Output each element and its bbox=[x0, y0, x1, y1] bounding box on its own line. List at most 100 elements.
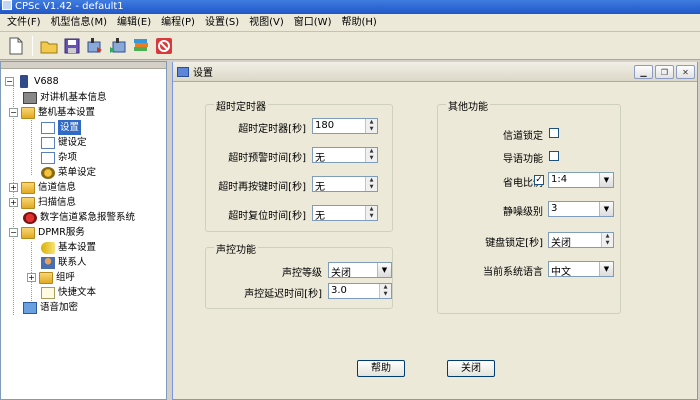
radio-icon bbox=[20, 75, 28, 88]
timeout-reset-spinner[interactable]: 无 ▲ ▼ bbox=[312, 205, 378, 222]
chevron-down-icon[interactable]: ▼ bbox=[599, 262, 613, 276]
spin-down-icon[interactable]: ▼ bbox=[602, 240, 613, 247]
toolbar bbox=[0, 32, 700, 60]
tree-item-quick-text[interactable]: 快捷文本 bbox=[41, 285, 96, 300]
spin-down-icon[interactable]: ▼ bbox=[366, 126, 377, 133]
settings-window-title: 设置 bbox=[193, 68, 213, 79]
squelch-level-dropdown[interactable]: 3 ▼ bbox=[548, 201, 614, 217]
read-radio-icon[interactable] bbox=[85, 36, 105, 56]
voice-control-group: 声控功能 声控等级 关闭 ▼ 声控延迟时间[秒] 3.0 ▲ ▼ bbox=[205, 241, 393, 309]
settings-window: 设置 ▁ ❐ ✕ 超时定时器 超时定时器[秒] 180 ▲ ▼ 超时预警时间[秒]… bbox=[172, 62, 698, 400]
tree-item-label: 菜单设定 bbox=[58, 167, 97, 178]
spin-down-icon[interactable]: ▼ bbox=[366, 155, 377, 162]
tree-item-channel-info[interactable]: + 信道信息 bbox=[9, 180, 76, 195]
menu-settings[interactable]: 设置(S) bbox=[200, 14, 244, 32]
chevron-down-icon[interactable]: ▼ bbox=[377, 263, 391, 277]
tree-item-dpmr-basic[interactable]: 基本设置 bbox=[41, 240, 96, 255]
system-language-dropdown[interactable]: 中文 ▼ bbox=[548, 261, 614, 278]
menu-help[interactable]: 帮助(H) bbox=[336, 14, 381, 32]
spin-down-icon[interactable]: ▼ bbox=[366, 213, 377, 220]
vox-level-label: 声控等级 bbox=[282, 268, 322, 279]
close-icon[interactable]: ✕ bbox=[676, 65, 695, 79]
spin-down-icon[interactable]: ▼ bbox=[380, 291, 391, 298]
menu-program[interactable]: 编程(P) bbox=[156, 14, 200, 32]
vox-delay-spinner[interactable]: 3.0 ▲ ▼ bbox=[328, 283, 392, 299]
stack-icon[interactable] bbox=[131, 36, 151, 56]
write-radio-icon[interactable] bbox=[108, 36, 128, 56]
tree-item-scan-info[interactable]: + 扫描信息 bbox=[9, 195, 76, 210]
window-icon bbox=[177, 66, 189, 77]
menu-file[interactable]: 文件(F) bbox=[2, 14, 46, 32]
close-button[interactable]: 关闭 bbox=[447, 360, 495, 377]
text-icon bbox=[41, 286, 55, 299]
menu-window[interactable]: 窗口(W) bbox=[289, 14, 337, 32]
tree-item-label: DPMR服务 bbox=[38, 227, 85, 238]
expand-icon[interactable]: + bbox=[9, 183, 18, 192]
spinner-value: 180 bbox=[315, 120, 335, 131]
tree-item-emergency-alarm[interactable]: 数字信道紧急报警系统 bbox=[23, 210, 135, 225]
new-icon[interactable] bbox=[6, 36, 26, 56]
spin-up-icon[interactable]: ▲ bbox=[602, 233, 613, 240]
tree-item-contacts[interactable]: 联系人 bbox=[41, 255, 87, 270]
stop-icon[interactable] bbox=[154, 36, 174, 56]
spin-up-icon[interactable]: ▲ bbox=[366, 177, 377, 184]
collapse-icon[interactable]: − bbox=[9, 108, 18, 117]
spin-up-icon[interactable]: ▲ bbox=[366, 148, 377, 155]
timeout-timer-spinner[interactable]: 180 ▲ ▼ bbox=[312, 118, 378, 134]
keypad-lock-spinner[interactable]: 关闭 ▲ ▼ bbox=[548, 232, 614, 249]
expand-icon[interactable]: + bbox=[9, 198, 18, 207]
power-save-ratio-dropdown[interactable]: 1:4 ▼ bbox=[548, 172, 614, 188]
folder-icon bbox=[21, 181, 35, 194]
help-button[interactable]: 帮助 bbox=[357, 360, 405, 377]
tree-item-basic-settings[interactable]: − 整机基本设置 bbox=[9, 105, 95, 120]
tree-item-voice-encryption[interactable]: 语音加密 bbox=[23, 300, 78, 315]
menu-view[interactable]: 视图(V) bbox=[244, 14, 289, 32]
spinner-arrows[interactable]: ▲ ▼ bbox=[379, 284, 391, 298]
tree-root[interactable]: − V688 bbox=[5, 74, 59, 89]
encryption-icon bbox=[23, 301, 37, 314]
tree-item-misc[interactable]: 杂项 bbox=[41, 150, 77, 165]
tree-item-label: 快捷文本 bbox=[58, 287, 97, 298]
gear-icon bbox=[41, 166, 55, 179]
vox-level-dropdown[interactable]: 关闭 ▼ bbox=[328, 262, 392, 279]
minimize-icon[interactable]: ▁ bbox=[634, 65, 653, 79]
tree-item-menu-settings[interactable]: 菜单设定 bbox=[41, 165, 96, 180]
power-save-checkbox[interactable]: ✓ bbox=[534, 175, 544, 185]
timeout-prealert-spinner[interactable]: 无 ▲ ▼ bbox=[312, 147, 378, 164]
spin-up-icon[interactable]: ▲ bbox=[380, 284, 391, 291]
chevron-down-icon[interactable]: ▼ bbox=[599, 202, 613, 216]
channel-lock-checkbox[interactable] bbox=[549, 128, 559, 138]
spinner-arrows[interactable]: ▲ ▼ bbox=[365, 148, 377, 162]
tree-item-settings[interactable]: 设置 bbox=[41, 120, 82, 135]
voice-prompt-label: 导语功能 bbox=[503, 154, 543, 165]
menu-model-info[interactable]: 机型信息(M) bbox=[46, 14, 112, 32]
collapse-icon[interactable]: − bbox=[5, 77, 14, 86]
spin-down-icon[interactable]: ▼ bbox=[366, 184, 377, 191]
tree-item-radio-info[interactable]: 对讲机基本信息 bbox=[23, 90, 107, 105]
spinner-arrows[interactable]: ▲ ▼ bbox=[601, 233, 613, 247]
save-icon[interactable] bbox=[62, 36, 82, 56]
expand-icon[interactable]: + bbox=[27, 273, 36, 282]
folder-icon bbox=[21, 226, 35, 239]
chevron-down-icon[interactable]: ▼ bbox=[599, 173, 613, 187]
spin-up-icon[interactable]: ▲ bbox=[366, 119, 377, 126]
collapse-icon[interactable]: − bbox=[9, 228, 18, 237]
tree-item-dpmr[interactable]: − DPMR服务 bbox=[9, 225, 85, 240]
spinner-arrows[interactable]: ▲ ▼ bbox=[365, 206, 377, 220]
tree-item-label: 杂项 bbox=[58, 152, 78, 163]
channel-lock-label: 信道锁定 bbox=[503, 131, 543, 142]
restore-icon[interactable]: ❐ bbox=[655, 65, 674, 79]
tree-item-key-settings[interactable]: 键设定 bbox=[41, 135, 87, 150]
voice-prompt-checkbox[interactable] bbox=[549, 151, 559, 161]
menu-edit[interactable]: 编辑(E) bbox=[112, 14, 156, 32]
spinner-arrows[interactable]: ▲ ▼ bbox=[365, 177, 377, 191]
spinner-value: 无 bbox=[315, 211, 325, 222]
timeout-rekey-spinner[interactable]: 无 ▲ ▼ bbox=[312, 176, 378, 193]
open-folder-icon[interactable] bbox=[39, 36, 59, 56]
tree-item-group-call[interactable]: + 组呼 bbox=[27, 270, 75, 285]
misc-page-icon bbox=[41, 151, 55, 164]
dropdown-value: 关闭 bbox=[331, 268, 351, 279]
spinner-arrows[interactable]: ▲ ▼ bbox=[365, 119, 377, 133]
timeout-reset-label: 超时复位时间[秒] bbox=[228, 211, 306, 222]
spin-up-icon[interactable]: ▲ bbox=[366, 206, 377, 213]
